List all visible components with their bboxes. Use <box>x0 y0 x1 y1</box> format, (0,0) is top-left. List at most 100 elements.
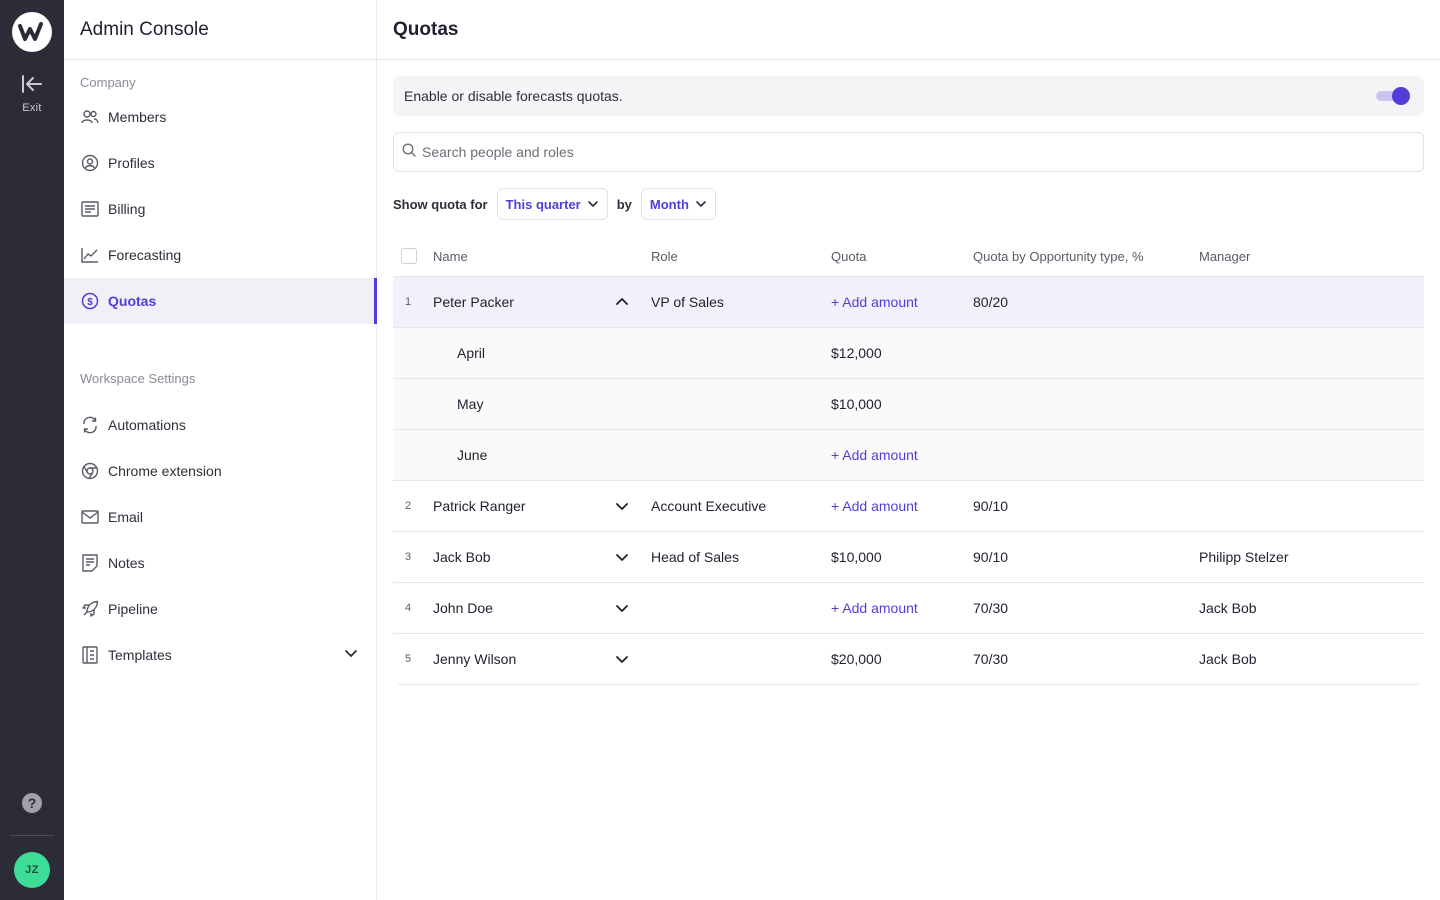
quota-toggle-bar: Enable or disable forecasts quotas. <box>393 76 1424 116</box>
toggle-knob <box>1392 87 1410 105</box>
sidebar-item-members[interactable]: Members <box>64 94 376 140</box>
note-icon <box>80 553 100 573</box>
row-role: Head of Sales <box>651 549 739 565</box>
chevron-down-icon[interactable] <box>615 583 629 633</box>
row-opportunity-type: 90/10 <box>973 498 1009 514</box>
search-icon <box>402 142 416 162</box>
chevron-down-icon <box>696 201 706 207</box>
table-subrow: April $12,000 <box>393 328 1424 379</box>
toggle-description: Enable or disable forecasts quotas. <box>404 88 623 104</box>
sidebar-item-label: Forecasting <box>108 247 182 263</box>
row-name: Jenny Wilson <box>433 651 517 667</box>
sidebar-item-chrome-extension[interactable]: Chrome extension <box>64 448 376 494</box>
row-number: 1 <box>405 296 412 308</box>
row-opportunity-type: 70/30 <box>973 600 1009 616</box>
header-name[interactable]: Name <box>433 236 468 276</box>
add-amount-button[interactable]: + Add amount <box>831 277 918 327</box>
quota-filters: Show quota for This quarter by Month <box>393 188 716 220</box>
sidebar-item-label: Automations <box>108 417 186 433</box>
sidebar-item-forecasting[interactable]: Forecasting <box>64 232 376 278</box>
header-manager[interactable]: Manager <box>1199 236 1250 276</box>
help-icon[interactable]: ? <box>22 793 42 813</box>
sidebar-item-automations[interactable]: Automations <box>64 402 376 448</box>
sidebar-item-templates[interactable]: Templates <box>64 632 376 678</box>
rocket-icon <box>80 599 100 619</box>
sidebar-item-label: Email <box>108 509 144 525</box>
section-label-workspace: Workspace Settings <box>80 371 196 386</box>
search-box <box>393 132 1424 172</box>
sidebar-item-pipeline[interactable]: Pipeline <box>64 586 376 632</box>
period-select[interactable]: This quarter <box>496 188 608 220</box>
chevron-down-icon[interactable] <box>615 532 629 582</box>
row-quota[interactable]: $20,000 <box>831 634 882 684</box>
exit-button[interactable]: Exit <box>0 74 64 114</box>
chevron-down-icon[interactable] <box>615 481 629 531</box>
receipt-icon <box>80 199 100 219</box>
sidebar-item-label: Members <box>108 109 167 125</box>
sidebar-item-billing[interactable]: Billing <box>64 186 376 232</box>
chart-line-icon <box>80 245 100 265</box>
sidebar-item-profiles[interactable]: Profiles <box>64 140 376 186</box>
row-number: 3 <box>405 551 412 563</box>
users-icon <box>80 107 100 127</box>
section-label-company: Company <box>80 75 136 90</box>
table-row[interactable]: 5 Jenny Wilson $20,000 70/30 Jack Bob <box>398 634 1419 685</box>
search-input[interactable] <box>422 144 1322 160</box>
subrow-quota[interactable]: $10,000 <box>831 379 882 429</box>
header-quota[interactable]: Quota <box>831 236 866 276</box>
quotas-toggle-switch[interactable] <box>1376 87 1410 105</box>
row-manager: Philipp Stelzer <box>1199 549 1289 565</box>
admin-sidebar: Admin Console Company Members Profiles B… <box>64 0 377 900</box>
granularity-select[interactable]: Month <box>640 188 716 220</box>
add-amount-button[interactable]: + Add amount <box>831 430 918 480</box>
row-name: Peter Packer <box>433 294 514 310</box>
table-subrow: June + Add amount <box>393 430 1424 481</box>
table-row[interactable]: 4 John Doe + Add amount 70/30 Jack Bob <box>393 583 1424 634</box>
row-role: VP of Sales <box>651 294 724 310</box>
dollar-circle-icon: $ <box>80 291 100 311</box>
row-opportunity-type: 90/10 <box>973 549 1009 565</box>
by-label: by <box>616 196 632 212</box>
subrow-month: May <box>457 396 484 412</box>
sidebar-item-quotas[interactable]: $ Quotas <box>64 278 377 324</box>
sidebar-header: Admin Console <box>64 0 376 60</box>
chevron-down-icon[interactable] <box>344 646 358 663</box>
sidebar-item-label: Notes <box>108 555 145 571</box>
chevron-down-icon <box>587 201 598 207</box>
row-opportunity-type: 70/30 <box>973 651 1009 667</box>
subrow-quota[interactable]: $12,000 <box>831 328 882 378</box>
row-quota[interactable]: $10,000 <box>831 532 882 582</box>
chrome-icon <box>80 461 100 481</box>
table-row[interactable]: 3 Jack Bob Head of Sales $10,000 90/10 P… <box>393 532 1424 583</box>
chevron-down-icon[interactable] <box>615 634 629 684</box>
sidebar-item-notes[interactable]: Notes <box>64 540 376 586</box>
row-role: Account Executive <box>651 498 767 514</box>
exit-icon <box>22 75 42 93</box>
row-number: 5 <box>405 653 412 665</box>
app-logo-icon[interactable] <box>12 12 52 52</box>
chevron-up-icon[interactable] <box>615 277 629 327</box>
sidebar-item-label: Chrome extension <box>108 463 222 479</box>
add-amount-button[interactable]: + Add amount <box>831 481 918 531</box>
sidebar-item-label: Billing <box>108 201 146 217</box>
row-manager: Jack Bob <box>1199 600 1257 616</box>
header-opportunity-type[interactable]: Quota by Opportunity type, % <box>973 236 1144 276</box>
row-opportunity-type: 80/20 <box>973 294 1009 310</box>
avatar[interactable]: JZ <box>14 852 50 888</box>
table-row[interactable]: 2 Patrick Ranger Account Executive + Add… <box>393 481 1424 532</box>
svg-text:$: $ <box>87 297 93 308</box>
main-content: Quotas Enable or disable forecasts quota… <box>377 0 1440 900</box>
header-role[interactable]: Role <box>651 236 678 276</box>
row-name: John Doe <box>433 600 493 616</box>
sidebar-title: Admin Console <box>80 18 209 40</box>
table-row[interactable]: 1 Peter Packer VP of Sales + Add amount … <box>393 277 1424 328</box>
sidebar-item-email[interactable]: Email <box>64 494 376 540</box>
add-amount-button[interactable]: + Add amount <box>831 583 918 633</box>
granularity-select-value: Month <box>649 196 689 212</box>
sidebar-item-label: Pipeline <box>108 601 158 617</box>
row-name: Jack Bob <box>433 549 491 565</box>
sidebar-item-label: Quotas <box>108 293 157 309</box>
row-number: 4 <box>405 602 412 614</box>
user-circle-icon <box>80 153 100 173</box>
select-all-checkbox[interactable] <box>401 248 417 264</box>
